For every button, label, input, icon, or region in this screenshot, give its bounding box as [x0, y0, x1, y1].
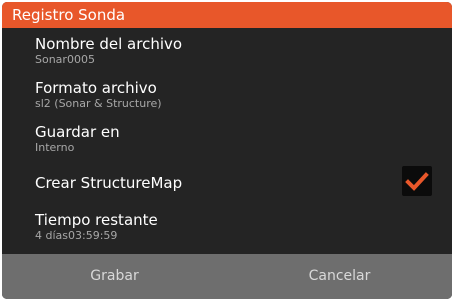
record-button[interactable]: Grabar [2, 254, 227, 299]
time-remaining-value: 4 días03:59:59 [35, 229, 118, 242]
row-file-name[interactable]: Nombre del archivo Sonar0005 [2, 28, 452, 72]
row-save-to[interactable]: Guardar en Interno [2, 116, 452, 160]
file-format-value: sl2 (Sonar & Structure) [35, 97, 162, 110]
file-format-label: Formato archivo [35, 79, 157, 97]
save-to-value: Interno [35, 141, 75, 154]
create-structuremap-label: Crear StructureMap [35, 174, 183, 192]
create-structuremap-checkbox[interactable] [402, 166, 432, 196]
file-name-label: Nombre del archivo [35, 35, 183, 53]
save-to-label: Guardar en [35, 123, 120, 141]
settings-list: Nombre del archivo Sonar0005 Formato arc… [2, 28, 452, 248]
cancel-button[interactable]: Cancelar [227, 254, 452, 299]
sonar-log-dialog: Registro Sonda Nombre del archivo Sonar0… [2, 2, 452, 299]
time-remaining-label: Tiempo restante [35, 211, 158, 229]
row-time-remaining: Tiempo restante 4 días03:59:59 [2, 204, 452, 248]
row-create-structuremap[interactable]: Crear StructureMap [2, 160, 452, 204]
file-name-value: Sonar0005 [35, 53, 95, 66]
dialog-title: Registro Sonda [2, 2, 452, 28]
checkmark-icon [405, 172, 429, 191]
row-file-format[interactable]: Formato archivo sl2 (Sonar & Structure) [2, 72, 452, 116]
dialog-footer: Grabar Cancelar [2, 254, 452, 299]
